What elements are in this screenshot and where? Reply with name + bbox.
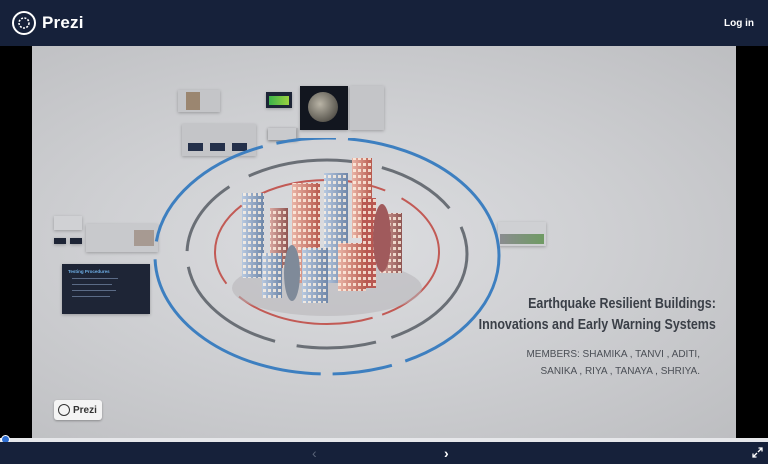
thumbnail-seismograph[interactable]	[266, 92, 292, 108]
title-line-1: Earthquake Resilient Buildings:	[528, 296, 716, 312]
thumbnail-left-dark-b[interactable]	[70, 238, 82, 244]
thumbnail-left-dark-a[interactable]	[54, 238, 66, 244]
prezi-logo-icon	[12, 11, 36, 35]
testing-procedures-card[interactable]: Testing Procedures	[62, 264, 150, 314]
login-link[interactable]: Log in	[724, 18, 754, 29]
members-line-1: MEMBERS: SHAMIKA , TANVI , ADITI,	[526, 349, 700, 360]
prezi-canvas[interactable]: Testing Procedures Earthquake Resilient …	[32, 46, 736, 438]
previous-step-button[interactable]: ‹	[312, 445, 317, 461]
player-controls: ‹ ›	[0, 442, 768, 464]
presentation-stage: Testing Procedures Earthquake Resilient …	[0, 46, 768, 438]
thumbnail-rubble[interactable]	[178, 90, 220, 112]
fullscreen-icon[interactable]	[752, 447, 763, 458]
thumbnail-grey-panel[interactable]	[350, 86, 384, 130]
prezi-badge-icon	[58, 404, 70, 416]
prezi-badge[interactable]: Prezi	[54, 400, 102, 420]
members-line-2: SANIKA , RIYA , TANAYA , SHRIYA.	[540, 366, 701, 377]
testing-procedures-title: Testing Procedures	[68, 269, 110, 274]
city-ring-illustration	[153, 138, 501, 376]
next-step-button[interactable]: ›	[444, 445, 449, 461]
thumbnail-earth[interactable]	[300, 86, 348, 130]
thumbnail-left-notes[interactable]	[54, 216, 82, 230]
brand[interactable]: Prezi	[12, 11, 84, 35]
prezi-badge-label: Prezi	[73, 404, 97, 416]
title-line-2: Innovations and Early Warning Systems	[478, 317, 716, 333]
members-list: MEMBERS: SHAMIKA , TANVI , ADITI, SANIKA…	[526, 346, 700, 380]
brand-name: Prezi	[42, 13, 84, 32]
top-bar: Prezi Log in	[0, 0, 768, 46]
presentation-title: Earthquake Resilient Buildings: Innovati…	[440, 294, 716, 336]
